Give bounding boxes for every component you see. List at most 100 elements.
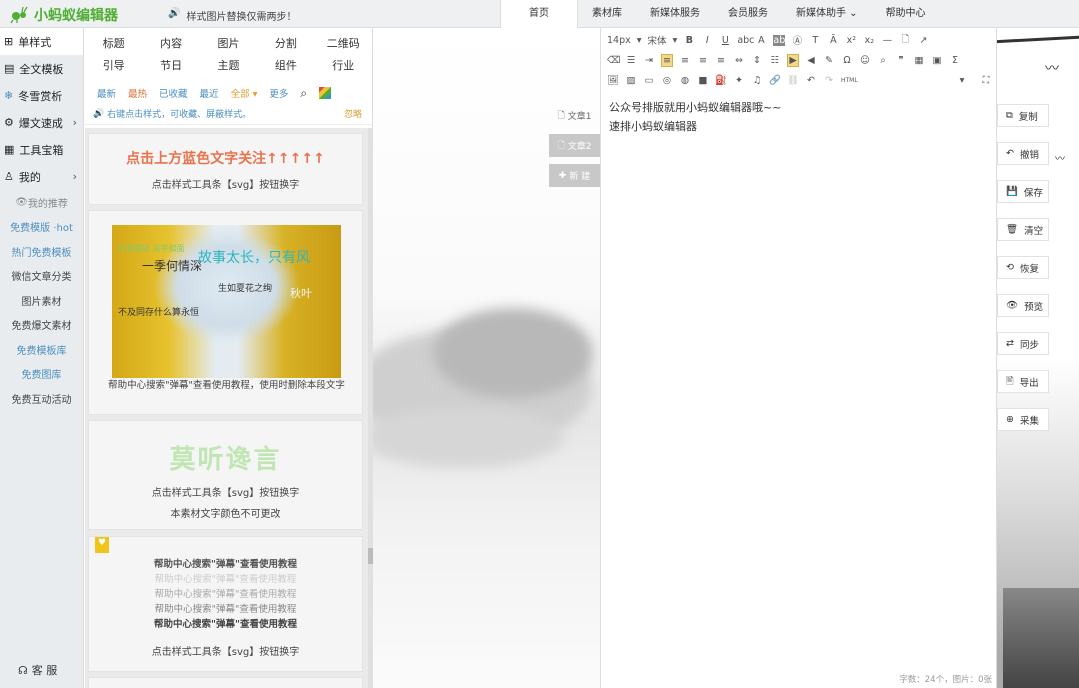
background-icon[interactable]: ◎ xyxy=(661,75,673,86)
customer-service[interactable]: ☊ 客 服 xyxy=(18,662,57,678)
align-left-icon[interactable]: ≡ xyxy=(661,53,673,67)
sidebar-sub-image-material[interactable]: 图片素材 xyxy=(0,288,83,313)
filter-all-dropdown[interactable]: 全部 ▾ xyxy=(231,86,258,100)
category-industry[interactable]: 行业 xyxy=(315,55,372,77)
sidebar-sub-recommend[interactable]: 👁 我的推荐 xyxy=(0,190,83,215)
filter-more[interactable]: 更多 xyxy=(269,86,288,100)
notice-text[interactable]: 样式图片替换仅需两步！ xyxy=(186,8,296,23)
style-card[interactable]: 莫听谗言 点击样式工具条【svg】按钮换字 本素材文字颜色不可更改 xyxy=(88,420,363,530)
sidebar-item-viral-article[interactable]: ⚙ 爆文速成 › xyxy=(0,109,83,136)
paint-bucket-icon[interactable]: ⛽ xyxy=(715,75,727,86)
sidebar-sub-free-activity[interactable]: 免费互动活动 xyxy=(0,386,83,411)
nav-media-service[interactable]: 新媒体服务 xyxy=(636,0,714,28)
align-right-icon[interactable]: ≡ xyxy=(697,55,709,66)
category-component[interactable]: 组件 xyxy=(257,55,314,77)
undo-icon[interactable]: ↶ xyxy=(805,75,817,86)
ignore-link[interactable]: 忽略 xyxy=(344,107,362,120)
subscript-icon[interactable]: x₂ xyxy=(863,35,875,46)
superscript-icon[interactable]: x² xyxy=(845,35,857,46)
fullscreen-icon[interactable]: ⛶ xyxy=(980,75,992,86)
sidebar-sub-hot-free-template[interactable]: 热门免费模板 xyxy=(0,239,83,264)
collect-button[interactable]: ⊕ 采集 xyxy=(997,408,1049,431)
screenshot-icon[interactable]: ◍ xyxy=(679,75,691,86)
settings-dropdown-icon[interactable]: ▾ xyxy=(956,75,968,86)
nav-membership[interactable]: 会员服务 xyxy=(714,0,782,28)
category-holiday[interactable]: 节日 xyxy=(142,55,199,77)
category-content[interactable]: 内容 xyxy=(142,33,199,55)
article-tab-1[interactable]: 🗋 文章1 xyxy=(549,104,600,127)
align-center-icon[interactable]: ≡ xyxy=(679,55,691,66)
magic-wand-icon[interactable]: ✦ xyxy=(733,75,745,86)
font-size-select[interactable]: 14px xyxy=(607,35,631,46)
border-text-icon[interactable]: Ⓐ xyxy=(791,33,803,47)
bold-icon[interactable]: B xyxy=(683,35,695,46)
letter-spacing-icon[interactable]: ⇔ xyxy=(733,55,745,66)
italic-icon[interactable]: I xyxy=(701,35,713,46)
align-justify-icon[interactable]: ≡ xyxy=(715,55,727,66)
undo-button[interactable]: ↶ 撤销 xyxy=(997,142,1049,165)
sync-button[interactable]: ⇄ 同步 xyxy=(997,332,1049,355)
music-icon[interactable]: ♫ xyxy=(751,75,763,86)
copy-button[interactable]: ⧉ 复制 xyxy=(997,104,1049,127)
style-card[interactable]: ♥ 帮助中心搜索"弹幕"查看使用教程 帮助中心搜索"弹幕"查看使用教程 帮助中心… xyxy=(88,536,363,672)
format-painter-icon[interactable]: ✎ xyxy=(823,55,835,66)
template-icon[interactable]: ▣ xyxy=(931,55,943,66)
find-icon[interactable]: ⌕ xyxy=(877,55,889,66)
filter-favorited[interactable]: 已收藏 xyxy=(159,86,188,100)
eraser-icon[interactable]: ⌫ xyxy=(607,55,620,66)
strikethrough-icon[interactable]: abc xyxy=(737,35,754,46)
sigma-icon[interactable]: Σ xyxy=(949,55,961,66)
nav-home[interactable]: 首页 xyxy=(500,0,578,28)
sidebar-sub-free-viral-material[interactable]: 免费爆文素材 xyxy=(0,313,83,338)
font-color-icon[interactable]: A xyxy=(755,35,767,46)
preview-button[interactable]: 👁 预览 xyxy=(997,294,1049,317)
color-palette-icon[interactable] xyxy=(319,87,332,99)
sidebar-sub-wechat-category[interactable]: 微信文章分类 xyxy=(0,264,83,289)
category-title[interactable]: 标题 xyxy=(85,33,142,55)
redo-icon[interactable]: ↷ xyxy=(823,75,835,86)
nav-help[interactable]: 帮助中心 xyxy=(872,0,940,28)
filter-recent[interactable]: 最近 xyxy=(200,86,219,100)
sidebar-item-single-style[interactable]: ⊞ 单样式 xyxy=(0,28,83,55)
special-char-icon[interactable]: Ω xyxy=(841,55,853,66)
export-button[interactable]: 🖹 导出 xyxy=(997,370,1049,393)
sidebar-item-winter-snow[interactable]: ❄ 冬雪赏析 xyxy=(0,82,83,109)
rtl-icon[interactable]: ◀ xyxy=(805,55,817,66)
line-height-icon[interactable]: ⇕ xyxy=(751,55,763,66)
sidebar-item-full-template[interactable]: ▤ 全文模板 xyxy=(0,55,83,82)
sidebar-sub-free-template-hot[interactable]: 免费模版 ·hot xyxy=(0,215,83,240)
style-card[interactable] xyxy=(88,677,363,688)
text-effect-icon[interactable]: Ā xyxy=(827,35,839,46)
new-article-button[interactable]: ✚ 新 建 xyxy=(549,164,600,187)
filter-hottest[interactable]: 最热 xyxy=(128,86,147,100)
underline-icon[interactable]: U xyxy=(719,35,731,46)
save-button[interactable]: 💾 保存 xyxy=(997,180,1049,203)
nav-materials[interactable]: 素材库 xyxy=(578,0,636,28)
sidebar-sub-free-template-lib[interactable]: 免费模板库 xyxy=(0,337,83,362)
article-tab-2[interactable]: 🗋 文章2 xyxy=(549,134,600,157)
text-shadow-icon[interactable]: T xyxy=(809,35,821,46)
category-qrcode[interactable]: 二维码 xyxy=(315,33,372,55)
unlink-icon[interactable]: ⛓ xyxy=(787,75,799,86)
export-page-icon[interactable]: ↗ xyxy=(917,35,929,46)
paragraph-spacing-icon[interactable]: ☰ xyxy=(625,55,637,66)
link-icon[interactable]: 🔗 xyxy=(769,75,781,86)
list-icon[interactable]: ☷ xyxy=(769,55,781,66)
horizontal-rule-icon[interactable]: — xyxy=(881,35,893,46)
restore-button[interactable]: ⟲ 恢复 xyxy=(997,256,1049,279)
indent-icon[interactable]: ⇥ xyxy=(643,55,655,66)
nav-media-assistant[interactable]: 新媒体助手 ⌄ xyxy=(782,0,872,28)
editor-content[interactable]: 公众号排版就用小蚂蚁编辑器哦~~ 速排小蚂蚁编辑器 xyxy=(609,98,781,136)
category-theme[interactable]: 主题 xyxy=(200,55,257,77)
image-icon[interactable]: 🖼 xyxy=(607,75,619,86)
style-card[interactable]: 点击上方蓝色文字关注↑↑↑↑↑ 点击样式工具条【svg】按钮换字 xyxy=(88,133,363,205)
multi-image-icon[interactable]: ▨ xyxy=(625,75,637,86)
category-image[interactable]: 图片 xyxy=(200,33,257,55)
search-icon[interactable]: ⌕ xyxy=(300,86,307,101)
app-logo[interactable]: 小蚂蚁编辑器 xyxy=(10,5,118,25)
sidebar-sub-free-gallery[interactable]: 免费图库 xyxy=(0,362,83,387)
gallery-icon[interactable]: ▭ xyxy=(643,75,655,86)
font-family-select[interactable]: 宋体 xyxy=(648,33,667,47)
video-icon[interactable]: ■ xyxy=(697,75,709,86)
page-icon[interactable]: 🗋 xyxy=(899,32,911,48)
